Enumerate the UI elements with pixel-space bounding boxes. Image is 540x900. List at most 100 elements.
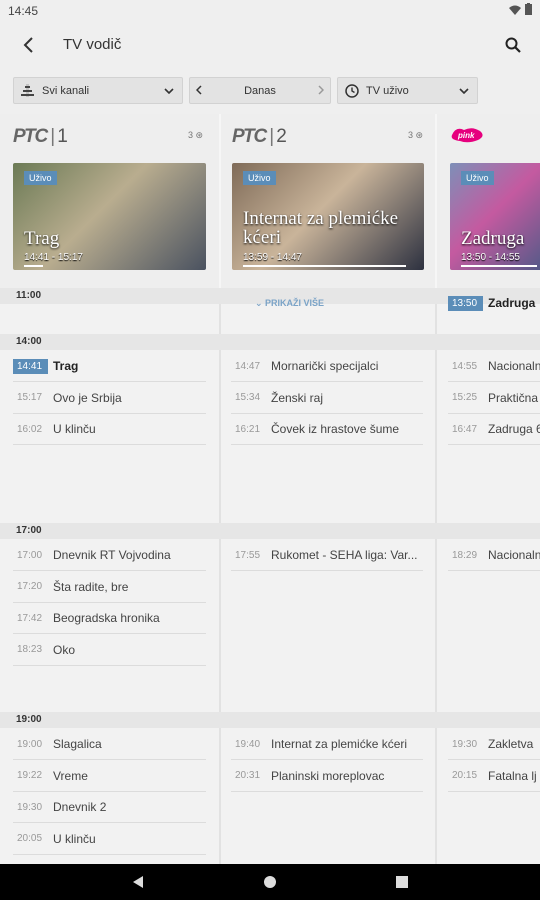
program-row[interactable]: 18:23 Oko bbox=[13, 635, 206, 666]
channel-column-header[interactable]: РТС | 1 3 ⊛ Uživo Trag 14:41 - 15:17 bbox=[0, 114, 219, 288]
nav-home-button[interactable] bbox=[262, 874, 278, 890]
program-title: Čovek iz hrastove šume bbox=[271, 422, 400, 436]
program-time: 19:30 bbox=[452, 738, 478, 750]
program-title: U klinču bbox=[53, 831, 96, 846]
channel-filter-dropdown[interactable]: Svi kanali bbox=[13, 77, 183, 104]
live-thumbnail[interactable]: Uživo Internat za plemićke kćeri 13:59 -… bbox=[232, 163, 424, 270]
program-title: Zadruga 6 bbox=[488, 422, 540, 436]
program-title: Nacionalna bbox=[488, 548, 540, 562]
mode-filter-label: TV uživo bbox=[366, 84, 409, 97]
chevron-down-icon bbox=[164, 87, 174, 94]
live-thumbnail[interactable]: Uživo Trag 14:41 - 15:17 bbox=[13, 163, 206, 270]
show-more-link[interactable]: ⌄ PRIKAŽI VIŠE bbox=[255, 298, 324, 309]
program-row[interactable]: 17:20 Šta radite, bre bbox=[13, 572, 206, 603]
program-time: 16:21 bbox=[235, 423, 261, 435]
channel-filter-label: Svi kanali bbox=[42, 84, 90, 97]
live-show-title: Internat za plemićke kćeri bbox=[243, 208, 399, 248]
live-progress-bar bbox=[243, 265, 406, 267]
program-time: 20:05 bbox=[17, 833, 43, 844]
channel-logo: РТС | 2 bbox=[232, 126, 287, 147]
program-row[interactable]: 19:30 Zakletva bbox=[448, 729, 540, 760]
home-circle-icon bbox=[264, 876, 276, 888]
program-row[interactable]: 16:21 Čovek iz hrastove šume bbox=[231, 414, 423, 445]
program-time: 19:00 bbox=[17, 738, 43, 750]
program-row[interactable]: 20:05 U klinču bbox=[13, 824, 206, 855]
program-row[interactable]: 17:42 Beogradska hronika bbox=[13, 603, 206, 634]
nav-recents-button[interactable] bbox=[394, 874, 410, 890]
program-time: 17:55 bbox=[235, 549, 261, 561]
program-time: 17:00 bbox=[17, 549, 43, 561]
mode-filter-dropdown[interactable]: TV uživo bbox=[337, 77, 478, 104]
program-row[interactable]: 19:22 Vreme bbox=[13, 761, 206, 792]
program-time: 19:22 bbox=[17, 770, 43, 781]
day-label: Danas bbox=[244, 84, 276, 97]
program-row[interactable]: 13:50 Zadruga bbox=[448, 294, 540, 312]
live-thumbnail[interactable]: Uživo Zadruga 13:50 - 14:55 bbox=[450, 163, 540, 270]
system-nav-bar bbox=[0, 864, 540, 900]
program-time: 17:42 bbox=[17, 612, 43, 624]
pink-logo: pink bbox=[450, 126, 486, 144]
program-time: 18:23 bbox=[17, 644, 43, 655]
program-time: 18:29 bbox=[452, 549, 478, 561]
program-row[interactable]: 16:47 Zadruga 6 bbox=[448, 414, 540, 445]
nav-back-button[interactable] bbox=[130, 874, 146, 890]
hour-label: 19:00 bbox=[0, 712, 540, 728]
status-bar: 14:45 bbox=[0, 0, 540, 22]
live-show-title: Trag bbox=[24, 228, 60, 249]
program-row[interactable]: 19:30 Dnevnik 2 bbox=[13, 792, 206, 823]
program-row[interactable]: 14:47 Mornarički specijalci bbox=[231, 351, 423, 382]
chevron-right-icon bbox=[318, 85, 325, 95]
search-button[interactable] bbox=[500, 32, 526, 58]
next-day-button[interactable] bbox=[318, 83, 325, 98]
program-row[interactable]: 17:55 Rukomet - SEHA liga: Var... bbox=[231, 540, 423, 571]
live-show-title: Zadruga bbox=[461, 228, 525, 249]
program-time: 14:55 bbox=[452, 360, 478, 372]
filter-bar: Svi kanali Danas TV uživo bbox=[0, 68, 540, 114]
program-row[interactable]: 15:17 Ovo je Srbija bbox=[13, 383, 206, 414]
hour-label: 17:00 bbox=[0, 523, 540, 539]
program-row[interactable]: 17:00 Dnevnik RT Vojvodina bbox=[13, 540, 206, 571]
day-selector: Danas bbox=[189, 77, 331, 104]
program-row[interactable]: 19:40 Internat za plemićke kćeri bbox=[231, 729, 423, 760]
channel-column-header[interactable]: pink Uživo Zadruga 13:50 - 14:55 bbox=[437, 114, 540, 288]
live-badge: Uživo bbox=[461, 171, 494, 185]
program-time: 19:30 bbox=[17, 801, 43, 813]
live-show-time: 13:59 - 14:47 bbox=[243, 252, 302, 263]
program-time: 17:20 bbox=[17, 581, 43, 592]
program-title: U klinču bbox=[53, 422, 96, 436]
live-show-time: 13:50 - 14:55 bbox=[461, 252, 520, 263]
program-row[interactable]: 15:34 Ženski raj bbox=[231, 383, 423, 414]
program-time: 20:15 bbox=[452, 770, 478, 781]
program-row[interactable]: 20:31 Planinski moreplovac bbox=[231, 761, 423, 792]
program-time: 20:31 bbox=[235, 770, 261, 781]
program-row[interactable]: 14:41 Trag bbox=[13, 351, 206, 382]
channel-headers: РТС | 1 3 ⊛ Uživo Trag 14:41 - 15:17 РТС | 2… bbox=[0, 114, 540, 288]
channel-column-header[interactable]: РТС | 2 3 ⊛ Uživo Internat za plemićke kće… bbox=[221, 114, 435, 288]
program-title: Ženski raj bbox=[271, 390, 324, 405]
previous-day-button[interactable] bbox=[195, 83, 202, 98]
app-bar: TV vodič bbox=[0, 22, 540, 68]
program-title: Fatalna lj bbox=[488, 768, 537, 783]
live-badge: Uživo bbox=[24, 171, 57, 185]
program-row[interactable]: 19:00 Slagalica bbox=[13, 729, 206, 760]
hour-label: 14:00 bbox=[0, 334, 540, 350]
program-title: Nacionalna bbox=[488, 359, 540, 373]
program-title: Planinski moreplovac bbox=[271, 768, 385, 783]
program-row[interactable]: 15:25 Praktična bbox=[448, 383, 540, 414]
program-title: Zakletva bbox=[488, 737, 534, 751]
program-row[interactable]: 14:55 Nacionalna bbox=[448, 351, 540, 382]
live-badge: Uživo bbox=[243, 171, 276, 185]
live-progress-bar bbox=[24, 265, 43, 267]
program-title: Slagalica bbox=[53, 737, 102, 751]
program-row[interactable]: 16:02 U klinču bbox=[13, 414, 206, 445]
live-show-time: 14:41 - 15:17 bbox=[24, 252, 83, 263]
schedule-grid[interactable]: 11:00 ⌄ PRIKAŽI VIŠE 13:50 Zadruga 14:00… bbox=[0, 288, 540, 864]
program-title: Šta radite, bre bbox=[53, 579, 129, 594]
program-title: Trag bbox=[53, 359, 79, 373]
hd-badge: 3 ⊛ bbox=[408, 130, 424, 140]
program-row[interactable]: 18:29 Nacionalna bbox=[448, 540, 540, 571]
program-time: 19:40 bbox=[235, 738, 261, 750]
program-time: 15:25 bbox=[452, 392, 478, 403]
program-row[interactable]: 20:15 Fatalna lj bbox=[448, 761, 540, 792]
back-button[interactable] bbox=[14, 32, 44, 58]
